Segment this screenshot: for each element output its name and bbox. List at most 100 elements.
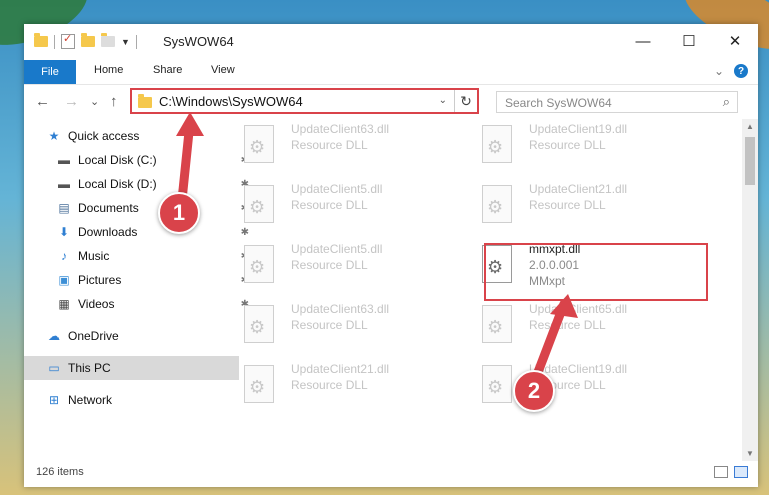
search-input[interactable]: Search SysWOW64 (505, 96, 612, 110)
refresh-button[interactable]: ↻ (454, 90, 477, 112)
sidebar-item-local-disk-d[interactable]: ▬ Local Disk (D:) ✱ (24, 172, 249, 196)
tab-home[interactable]: Home (94, 64, 123, 76)
status-bar: 126 items (24, 461, 758, 487)
file-item[interactable]: UpdateClient21.dll Resource DLL (464, 179, 694, 229)
tab-share[interactable]: Share (153, 64, 182, 76)
file-item[interactable]: UpdateClient63.dll Resource DLL (226, 299, 456, 349)
sidebar-item-label: Pictures (78, 273, 122, 287)
navigation-bar: ← → ⌄ ↑ C:\Windows\SysWOW64 ⌄ ↻ Search S… (24, 85, 758, 119)
computer-icon: ▭ (48, 361, 60, 375)
back-button[interactable]: ← (35, 93, 50, 110)
scroll-thumb[interactable] (745, 137, 755, 185)
file-type: Resource DLL (291, 138, 368, 152)
file-item[interactable]: UpdateClient5.dll Resource DLL (226, 179, 456, 229)
file-name: UpdateClient5.dll (291, 182, 383, 196)
dll-file-icon (244, 125, 274, 163)
customize-toolbar-icon[interactable]: ▼ (121, 37, 130, 47)
cloud-icon: ☁ (48, 329, 60, 343)
recent-locations-button[interactable]: ⌄ (90, 95, 99, 108)
file-item[interactable]: UpdateClient21.dll Resource DLL (226, 359, 456, 409)
expand-ribbon-icon[interactable]: ⌄ (714, 64, 724, 78)
sidebar-item-onedrive[interactable]: ☁ OneDrive (24, 324, 239, 348)
sidebar-item-label: Documents (78, 201, 139, 215)
downloads-icon: ⬇ (58, 225, 70, 239)
drive-icon: ▬ (58, 153, 70, 167)
file-type: Resource DLL (291, 378, 368, 392)
folder-options-icon[interactable] (101, 33, 115, 47)
sidebar-item-label: Quick access (68, 129, 140, 143)
file-item[interactable]: UpdateClient19.dll Resource DLL (464, 359, 694, 409)
up-button[interactable]: ↑ (110, 93, 118, 110)
file-type: Resource DLL (529, 198, 606, 212)
address-bar[interactable]: C:\Windows\SysWOW64 ⌄ ↻ (130, 88, 479, 114)
ribbon-tabs: File Home Share View ⌄ ? (24, 60, 758, 85)
sidebar-item-quick-access[interactable]: ★ Quick access (24, 124, 239, 148)
music-icon: ♪ (61, 249, 67, 263)
navigation-pane: ★ Quick access ▬ Local Disk (C:) ✱ ▬ Loc… (24, 119, 249, 461)
dll-file-icon (244, 305, 274, 343)
documents-icon: ▤ (58, 201, 70, 215)
vertical-scrollbar[interactable]: ▲ ▼ (742, 119, 758, 461)
forward-button[interactable]: → (64, 93, 79, 110)
large-icons-view-icon[interactable] (734, 466, 748, 478)
maximize-button[interactable]: ☐ (666, 24, 712, 58)
sidebar-item-pictures[interactable]: ▣ Pictures ✱ (24, 268, 249, 292)
star-icon: ★ (48, 129, 60, 143)
view-toggle (714, 466, 748, 478)
file-name: UpdateClient5.dll (291, 242, 383, 256)
separator (54, 34, 55, 49)
videos-icon: ▦ (58, 297, 70, 311)
details-view-icon[interactable] (714, 466, 728, 478)
file-item[interactable]: UpdateClient65.dll Resource DLL (464, 299, 694, 349)
dll-file-icon (482, 365, 512, 403)
step-marker-2: 2 (513, 370, 555, 412)
properties-icon[interactable] (61, 32, 75, 49)
file-item[interactable]: UpdateClient19.dll Resource DLL (464, 119, 694, 169)
scroll-up-icon[interactable]: ▲ (746, 122, 754, 131)
network-icon: ⊞ (48, 393, 60, 407)
dll-file-icon (482, 305, 512, 343)
quick-access-toolbar: ▼ (34, 32, 137, 49)
highlight-box (484, 243, 708, 301)
search-box[interactable]: Search SysWOW64 ⌕ (496, 91, 738, 113)
search-icon: ⌕ (722, 94, 730, 109)
sidebar-item-this-pc[interactable]: ▭ This PC (24, 356, 239, 380)
folder-icon (34, 33, 48, 47)
sidebar-item-downloads[interactable]: ⬇ Downloads ✱ (24, 220, 249, 244)
sidebar-item-label: Local Disk (C:) (78, 153, 157, 167)
close-button[interactable]: ✕ (712, 24, 758, 58)
new-folder-icon[interactable] (81, 33, 95, 47)
sidebar-item-label: Videos (78, 297, 115, 311)
tab-view[interactable]: View (211, 64, 235, 76)
file-type: Resource DLL (291, 198, 368, 212)
file-type: Resource DLL (529, 318, 606, 332)
address-dropdown-icon[interactable]: ⌄ (439, 95, 447, 106)
file-item[interactable]: UpdateClient5.dll Resource DLL (226, 239, 456, 289)
file-name: UpdateClient63.dll (291, 122, 390, 136)
file-item[interactable]: UpdateClient63.dll Resource DLL (226, 119, 456, 169)
sidebar-item-label: OneDrive (68, 329, 119, 343)
explorer-window: ▼ SysWOW64 — ☐ ✕ File Home Share View ⌄ … (24, 24, 758, 487)
file-name: UpdateClient63.dll (291, 302, 390, 316)
folder-icon (138, 94, 152, 108)
dll-file-icon (482, 125, 512, 163)
dll-file-icon (244, 365, 274, 403)
minimize-button[interactable]: — (620, 24, 666, 58)
sidebar-item-network[interactable]: ⊞ Network (24, 388, 239, 412)
address-path[interactable]: C:\Windows\SysWOW64 (159, 94, 303, 109)
sidebar-item-label: Network (68, 393, 113, 407)
file-type: Resource DLL (529, 138, 606, 152)
sidebar-item-local-disk-c[interactable]: ▬ Local Disk (C:) ✱ (24, 148, 249, 172)
help-icon[interactable]: ? (734, 64, 748, 78)
file-name: UpdateClient21.dll (529, 182, 628, 196)
sidebar-item-documents[interactable]: ▤ Documents ✱ (24, 196, 249, 220)
dll-file-icon (244, 185, 274, 223)
tab-file[interactable]: File (24, 60, 76, 84)
sidebar-item-music[interactable]: ♪ Music ✱ (24, 244, 249, 268)
file-type: Resource DLL (291, 318, 368, 332)
scroll-down-icon[interactable]: ▼ (746, 449, 754, 458)
file-type: Resource DLL (291, 258, 368, 272)
sidebar-item-videos[interactable]: ▦ Videos ✱ (24, 292, 249, 316)
item-count: 126 items (36, 466, 84, 478)
step-marker-1: 1 (158, 192, 200, 234)
